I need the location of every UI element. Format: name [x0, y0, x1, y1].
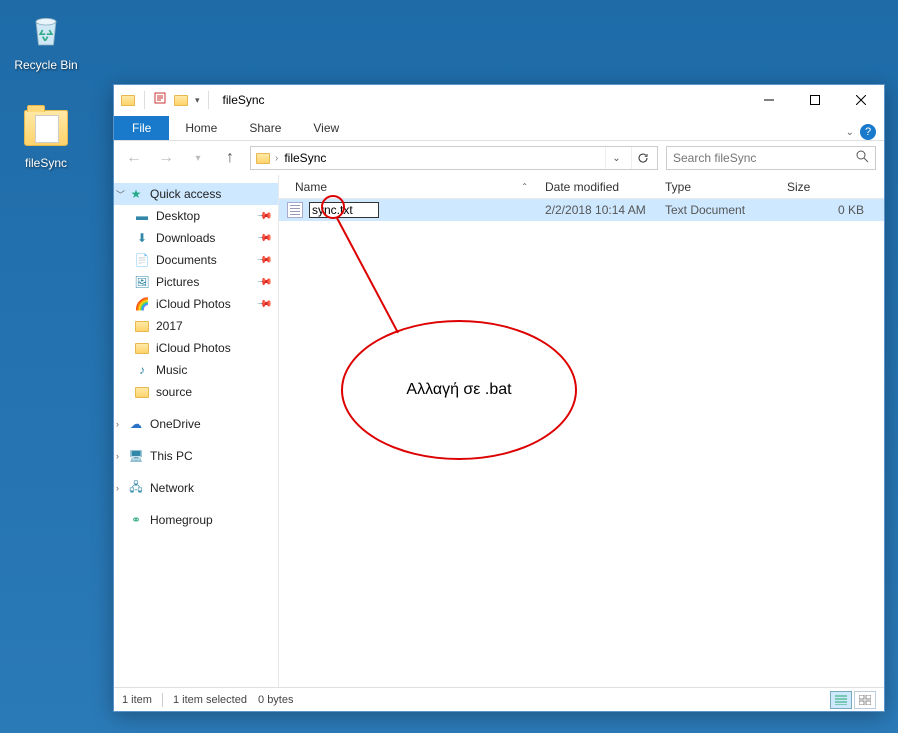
- downloads-icon: ⬇: [134, 230, 150, 246]
- explorer-window: ▾ fileSync File Home Share View ⌄ ? ← → …: [113, 84, 885, 712]
- rename-input[interactable]: sync.txt: [309, 202, 379, 218]
- sidebar-homegroup[interactable]: ⚭Homegroup: [114, 509, 278, 531]
- status-bar: 1 item 1 item selected 0 bytes: [114, 687, 884, 711]
- column-size[interactable]: Size: [779, 180, 884, 194]
- menubar: File Home Share View ⌄ ?: [114, 115, 884, 141]
- sidebar-thispc[interactable]: ›🖥This PC: [114, 445, 278, 467]
- qat-properties-button[interactable]: [153, 91, 167, 110]
- view-large-icons-button[interactable]: [854, 691, 876, 709]
- sidebar-item-icloud[interactable]: 🌈iCloud Photos📌: [114, 293, 278, 315]
- search-button[interactable]: [849, 150, 875, 166]
- folder-icon: [134, 318, 150, 334]
- nav-up-button[interactable]: ↑: [218, 146, 242, 170]
- breadcrumb-separator: ›: [275, 153, 278, 164]
- file-date: 2/2/2018 10:14 AM: [537, 203, 657, 217]
- pin-icon: 📌: [255, 208, 272, 225]
- minimize-button[interactable]: [746, 85, 792, 115]
- desktop-icon-label: Recycle Bin: [8, 58, 84, 72]
- onedrive-icon: ☁: [128, 416, 144, 432]
- pin-icon: 📌: [255, 230, 272, 247]
- sidebar-item-pictures[interactable]: 🖼Pictures📌: [114, 271, 278, 293]
- file-list[interactable]: sync.txt 2/2/2018 10:14 AM Text Document…: [279, 199, 884, 687]
- folder-icon: [173, 92, 189, 108]
- sidebar-item-downloads[interactable]: ⬇Downloads📌: [114, 227, 278, 249]
- network-icon: 🖧: [128, 480, 144, 496]
- sidebar-item-documents[interactable]: 📄Documents📌: [114, 249, 278, 271]
- status-item-count: 1 item: [122, 694, 152, 706]
- ribbon-expand-button[interactable]: ⌄: [846, 127, 854, 138]
- column-date[interactable]: Date modified: [537, 180, 657, 194]
- recycle-bin-icon: [22, 6, 70, 54]
- titlebar: ▾ fileSync: [114, 85, 884, 115]
- thispc-icon: 🖥: [128, 448, 144, 464]
- view-details-button[interactable]: [830, 691, 852, 709]
- pin-icon: 📌: [255, 252, 272, 269]
- folder-icon: [22, 104, 70, 152]
- refresh-button[interactable]: [631, 147, 653, 169]
- folder-icon: [134, 340, 150, 356]
- maximize-button[interactable]: [792, 85, 838, 115]
- menu-view[interactable]: View: [297, 116, 355, 140]
- breadcrumb-item[interactable]: fileSync: [282, 149, 328, 167]
- music-icon: ♪: [134, 362, 150, 378]
- sidebar-onedrive[interactable]: ›☁OneDrive: [114, 413, 278, 435]
- close-button[interactable]: [838, 85, 884, 115]
- column-type[interactable]: Type: [657, 180, 779, 194]
- sidebar: ﹀ ★ Quick access ▬Desktop📌 ⬇Downloads📌 📄…: [114, 175, 279, 687]
- sidebar-item-music[interactable]: ♪Music: [114, 359, 278, 381]
- help-button[interactable]: ?: [860, 124, 876, 140]
- desktop-icon-label: fileSync: [8, 156, 84, 170]
- pin-icon: 📌: [255, 296, 272, 313]
- content-area: Name⌃ Date modified Type Size sync.txt 2…: [279, 175, 884, 687]
- sidebar-item-desktop[interactable]: ▬Desktop📌: [114, 205, 278, 227]
- menu-file[interactable]: File: [114, 116, 169, 140]
- menu-share[interactable]: Share: [233, 116, 297, 140]
- expand-icon: ﹀: [116, 188, 125, 201]
- nav-back-button[interactable]: ←: [122, 146, 146, 170]
- documents-icon: 📄: [134, 252, 150, 268]
- status-selected: 1 item selected: [173, 694, 247, 706]
- sort-indicator-icon: ⌃: [521, 182, 528, 191]
- nav-forward-button[interactable]: →: [154, 146, 178, 170]
- sidebar-network[interactable]: ›🖧Network: [114, 477, 278, 499]
- sidebar-item-icloud2[interactable]: iCloud Photos: [114, 337, 278, 359]
- sidebar-item-2017[interactable]: 2017: [114, 315, 278, 337]
- address-bar: ← → ▾ ↑ › fileSync ⌄: [114, 141, 884, 175]
- file-size: 0 KB: [779, 203, 884, 217]
- address-box[interactable]: › fileSync ⌄: [250, 146, 658, 170]
- sidebar-item-source[interactable]: source: [114, 381, 278, 403]
- homegroup-icon: ⚭: [128, 512, 144, 528]
- expand-icon: ›: [116, 419, 119, 429]
- pictures-icon: 🖼: [134, 274, 150, 290]
- column-headers: Name⌃ Date modified Type Size: [279, 175, 884, 199]
- column-name[interactable]: Name⌃: [279, 180, 537, 194]
- folder-icon: [120, 92, 136, 108]
- star-icon: ★: [128, 186, 144, 202]
- search-box[interactable]: [666, 146, 876, 170]
- file-type: Text Document: [657, 203, 779, 217]
- window-title: fileSync: [223, 93, 265, 107]
- desktop-icon: ▬: [134, 208, 150, 224]
- desktop-icon-filesync[interactable]: fileSync: [8, 104, 84, 170]
- file-row[interactable]: sync.txt 2/2/2018 10:14 AM Text Document…: [279, 199, 884, 221]
- pin-icon: 📌: [255, 274, 272, 291]
- folder-icon: [134, 384, 150, 400]
- nav-recent-dropdown[interactable]: ▾: [186, 146, 210, 170]
- folder-icon: [255, 150, 271, 166]
- qat-dropdown[interactable]: ▾: [195, 95, 200, 106]
- icloud-icon: 🌈: [134, 296, 150, 312]
- menu-home[interactable]: Home: [169, 116, 233, 140]
- text-file-icon: [287, 202, 303, 218]
- search-input[interactable]: [667, 151, 849, 165]
- desktop-icon-recycle-bin[interactable]: Recycle Bin: [8, 6, 84, 72]
- status-bytes: 0 bytes: [258, 694, 293, 706]
- address-history-dropdown[interactable]: ⌄: [605, 147, 627, 169]
- expand-icon: ›: [116, 451, 119, 461]
- expand-icon: ›: [116, 483, 119, 493]
- sidebar-quick-access[interactable]: ﹀ ★ Quick access: [114, 183, 278, 205]
